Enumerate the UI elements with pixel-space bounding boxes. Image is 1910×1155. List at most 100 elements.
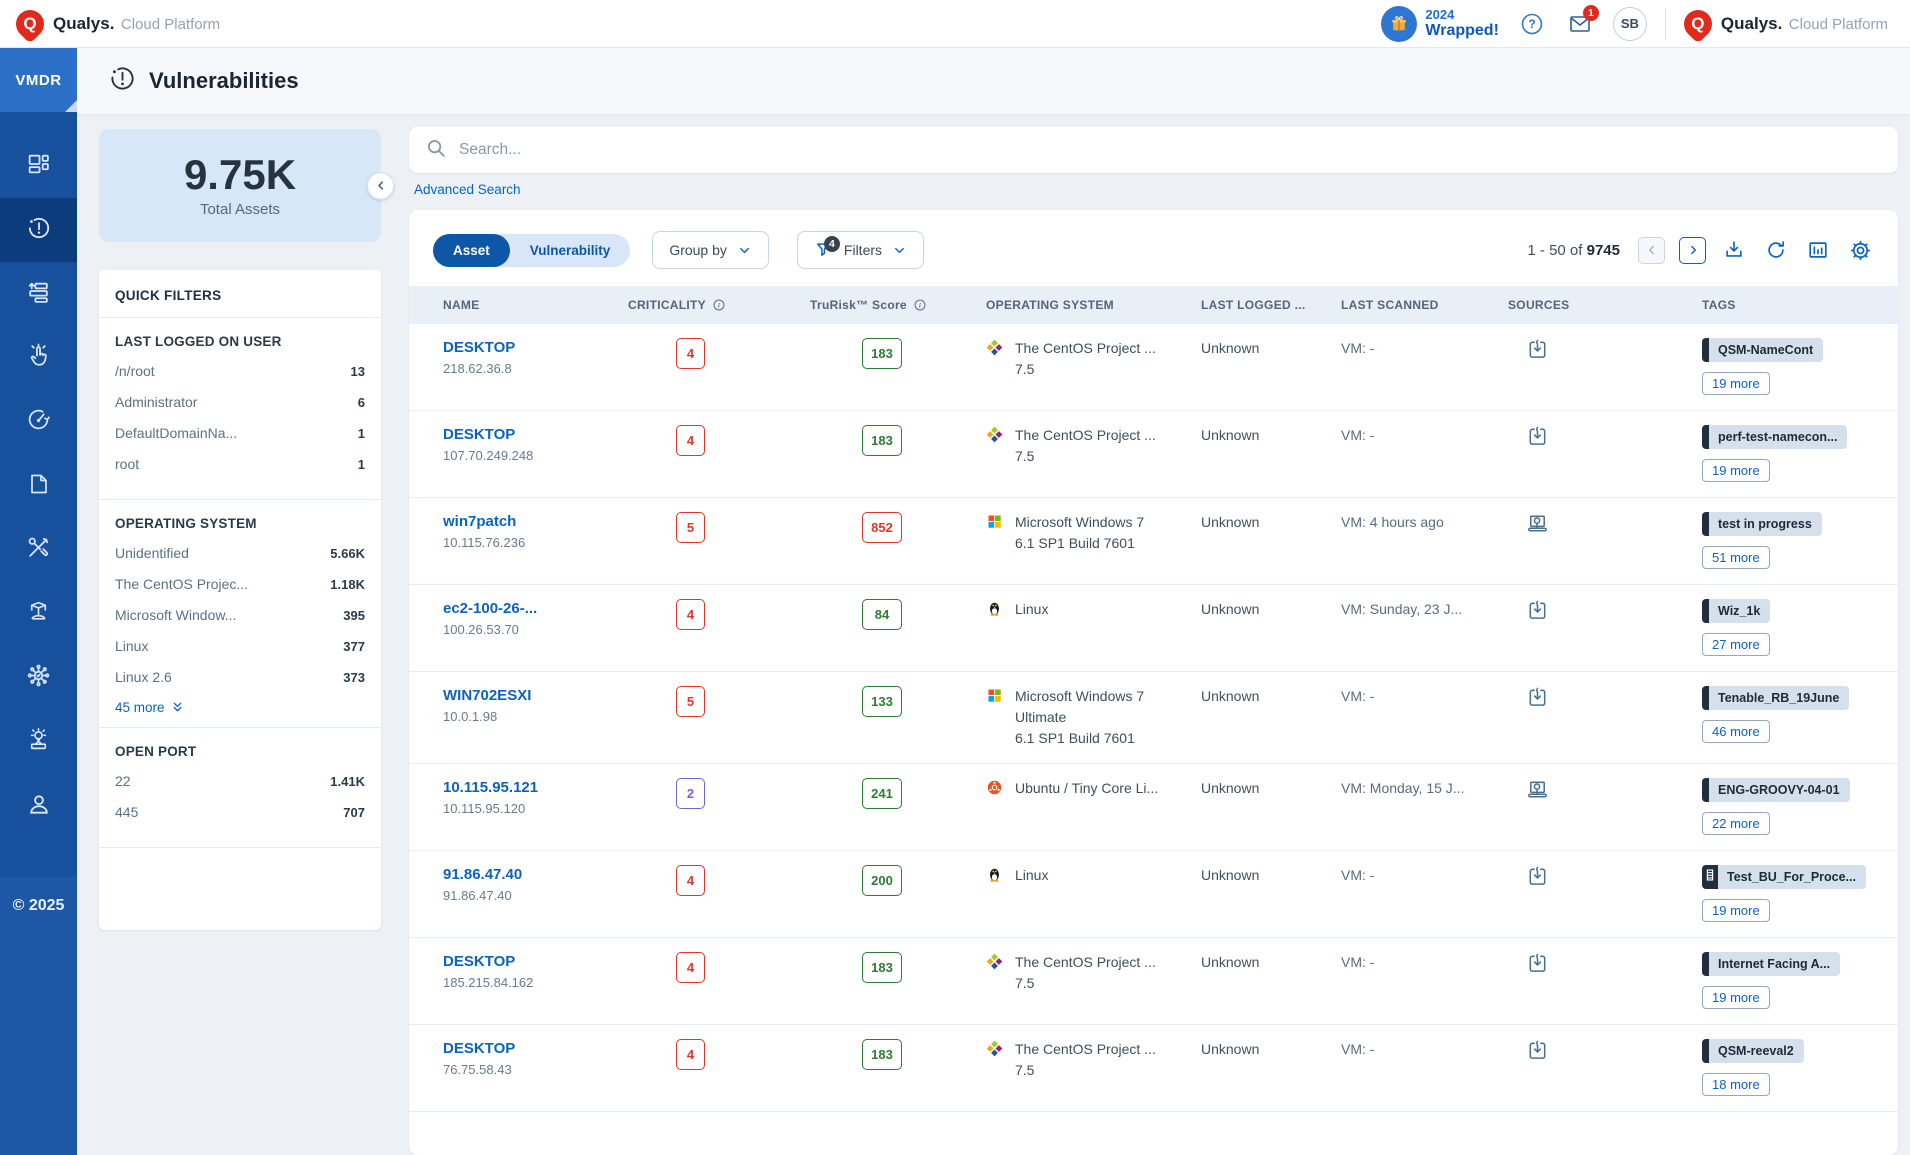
filter-item[interactable]: Linux 2.6 373 [115, 669, 365, 685]
filter-item[interactable]: Unidentified 5.66K [115, 545, 365, 561]
group-by-dropdown[interactable]: Group by [652, 231, 769, 269]
asset-name-link[interactable]: DESKTOP [443, 952, 515, 972]
sidebar-item-vulnerabilities[interactable] [0, 198, 77, 262]
sidebar-item-connectors[interactable] [0, 646, 77, 710]
criticality-badge: 5 [676, 686, 705, 717]
filter-item[interactable]: 22 1.41K [115, 773, 365, 789]
column-header-sources[interactable]: SOURCES [1498, 298, 1692, 312]
previous-page-button[interactable] [1638, 236, 1665, 264]
advanced-search-link[interactable]: Advanced Search [414, 182, 521, 197]
tag-pill[interactable]: QSM-NameCont [1702, 338, 1824, 362]
filter-item[interactable]: DefaultDomainNa... 1 [115, 425, 365, 441]
table-row[interactable]: win7patch 10.115.76.236 5 852 Microsoft … [409, 498, 1898, 585]
sidebar-item-prioritization[interactable] [0, 262, 77, 326]
column-header-tags[interactable]: TAGS [1692, 298, 1874, 312]
collapse-panel-button[interactable] [367, 172, 394, 199]
dashboard-icon [26, 151, 51, 181]
column-header-os[interactable]: OPERATING SYSTEM [976, 298, 1191, 312]
asset-name-link[interactable]: 91.86.47.40 [443, 865, 522, 885]
more-tags-button[interactable]: 19 more [1702, 459, 1770, 482]
asset-name-link[interactable]: WIN702ESXI [443, 686, 531, 706]
asset-view-button[interactable]: Asset [433, 233, 510, 267]
tag-pill[interactable]: Wiz_1k [1702, 599, 1771, 623]
sidebar-item-scans[interactable] [0, 390, 77, 454]
asset-name-link[interactable]: DESKTOP [443, 1039, 515, 1059]
filter-item[interactable]: The CentOS Projec... 1.18K [115, 576, 365, 592]
asset-name-link[interactable]: 10.115.95.121 [443, 778, 538, 798]
filter-item[interactable]: /n/root 13 [115, 363, 365, 379]
filter-item[interactable]: root 1 [115, 456, 365, 472]
table-row[interactable]: DESKTOP 76.75.58.43 4 183 The CentOS Pro… [409, 1025, 1898, 1112]
name-cell: WIN702ESXI 10.0.1.98 [433, 686, 618, 724]
help-button[interactable]: ? [1517, 9, 1547, 39]
name-cell: DESKTOP 218.62.36.8 [433, 338, 618, 376]
tag-pill[interactable]: ENG-GROOVY-04-01 [1702, 778, 1850, 802]
table-row[interactable]: WIN702ESXI 10.0.1.98 5 133 Microsoft Win… [409, 672, 1898, 764]
tag-pill[interactable]: perf-test-namecon... [1702, 425, 1848, 449]
tag-pill[interactable]: QSM-reeval2 [1702, 1039, 1804, 1063]
user-avatar[interactable]: SB [1612, 6, 1647, 41]
os-version: 7.5 [1015, 975, 1035, 991]
filter-item[interactable]: Administrator 6 [115, 394, 365, 410]
settings-gear-icon[interactable] [1846, 236, 1874, 264]
sidebar-item-ideas[interactable] [0, 710, 77, 774]
sidebar-item-dashboard[interactable] [0, 134, 77, 198]
sidebar-item-assets[interactable] [0, 582, 77, 646]
more-tags-button[interactable]: 18 more [1702, 1073, 1770, 1096]
show-more-link[interactable]: 45 more [115, 700, 365, 715]
next-page-button[interactable] [1679, 236, 1706, 264]
vmdr-app-tab[interactable]: VMDR [0, 48, 77, 112]
table-row[interactable]: DESKTOP 107.70.249.248 4 183 The CentOS … [409, 411, 1898, 498]
download-icon[interactable] [1720, 236, 1748, 264]
refresh-icon[interactable] [1762, 236, 1790, 264]
os-name: The CentOS Project ... [1015, 954, 1156, 970]
operating-system-cell: Microsoft Windows 7 6.1 SP1 Build 7601 [976, 512, 1191, 554]
sidebar-item-reports[interactable] [0, 454, 77, 518]
notifications-button[interactable]: 1 [1565, 4, 1599, 39]
table-row[interactable]: DESKTOP 218.62.36.8 4 183 The CentOS Pro… [409, 324, 1898, 411]
agent-source-icon [1526, 339, 1549, 365]
sidebar-item-response[interactable] [0, 326, 77, 390]
asset-name-link[interactable]: win7patch [443, 512, 516, 532]
chart-view-icon[interactable] [1804, 236, 1832, 264]
filter-item[interactable]: Linux 377 [115, 638, 365, 654]
column-header-criticality[interactable]: CRITICALITY i [618, 298, 800, 312]
filter-item[interactable]: 445 707 [115, 804, 365, 820]
filter-section-title: LAST LOGGED ON USER [115, 334, 282, 349]
criticality-badge: 4 [676, 952, 705, 983]
filters-dropdown[interactable]: 4 Filters [796, 231, 925, 269]
column-header-last-scanned[interactable]: LAST SCANNED [1331, 298, 1498, 312]
sidebar-item-remediation[interactable] [0, 518, 77, 582]
table-row[interactable]: 91.86.47.40 91.86.47.40 4 200 Linux Unkn… [409, 851, 1898, 938]
more-tags-button[interactable]: 19 more [1702, 899, 1770, 922]
business-unit-icon [1703, 868, 1717, 887]
tag-pill[interactable]: Tenable_RB_19June [1702, 686, 1850, 710]
os-icon [986, 513, 1003, 554]
more-tags-button[interactable]: 19 more [1702, 372, 1770, 395]
column-header-last-logged[interactable]: LAST LOGGED ... [1191, 298, 1331, 312]
table-row[interactable]: DESKTOP 185.215.84.162 4 183 The CentOS … [409, 938, 1898, 1025]
asset-name-link[interactable]: ec2-100-26-... [443, 599, 537, 619]
tag-pill[interactable]: Internet Facing A... [1702, 952, 1841, 976]
more-tags-button[interactable]: 19 more [1702, 986, 1770, 1009]
table-row[interactable]: 10.115.95.121 10.115.95.120 2 241 Ubuntu… [409, 764, 1898, 851]
sidebar-item-profile[interactable] [0, 774, 77, 838]
tag-pill[interactable]: test in progress [1702, 512, 1822, 536]
more-tags-button[interactable]: 46 more [1702, 720, 1770, 743]
last-logged-cell: Unknown [1201, 514, 1260, 530]
search-input[interactable] [459, 141, 1882, 159]
asset-name-link[interactable]: DESKTOP [443, 338, 515, 358]
table-row[interactable]: ec2-100-26-... 100.26.53.70 4 84 Linux U… [409, 585, 1898, 672]
column-header-name[interactable]: NAME [433, 298, 618, 312]
filter-item[interactable]: Microsoft Window... 395 [115, 607, 365, 623]
tag-pill[interactable]: Test_BU_For_Proce... [1702, 865, 1866, 889]
more-tags-button[interactable]: 22 more [1702, 812, 1770, 835]
vulnerability-view-button[interactable]: Vulnerability [510, 234, 631, 267]
more-tags-button[interactable]: 51 more [1702, 546, 1770, 569]
wrapped-promo[interactable]: 2024 Wrapped! [1381, 5, 1499, 42]
criticality-cell: 4 [618, 952, 800, 983]
column-header-trurisk[interactable]: TruRisk™ Score i [800, 298, 976, 312]
asset-name-link[interactable]: DESKTOP [443, 425, 515, 445]
more-tags-button[interactable]: 27 more [1702, 633, 1770, 656]
criticality-badge: 4 [676, 425, 705, 456]
